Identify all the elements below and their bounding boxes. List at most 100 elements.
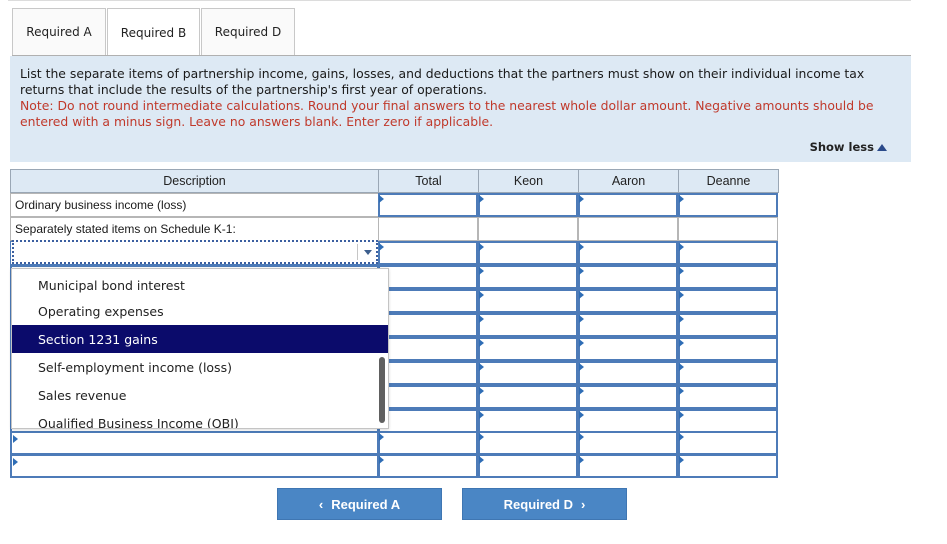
entry-marker-icon xyxy=(479,243,484,251)
input-total[interactable] xyxy=(378,454,478,478)
prev-required-a-button[interactable]: ‹ Required A xyxy=(277,488,442,520)
entry-marker-icon xyxy=(679,243,684,251)
input-aaron[interactable] xyxy=(578,193,678,217)
input-aaron[interactable] xyxy=(578,431,678,455)
input-deanne[interactable] xyxy=(678,431,778,455)
header-deanne: Deanne xyxy=(678,169,779,193)
input-aaron[interactable] xyxy=(578,313,678,337)
input-keon[interactable] xyxy=(478,431,578,455)
entry-marker-icon xyxy=(379,195,384,203)
description-dropdown[interactable] xyxy=(12,240,378,264)
header-aaron: Aaron xyxy=(578,169,679,193)
row-label-separately-stated: Separately stated items on Schedule K-1: xyxy=(10,217,379,241)
entry-marker-icon xyxy=(479,291,484,299)
description-select[interactable] xyxy=(10,431,379,455)
next-required-d-button[interactable]: Required D › xyxy=(462,488,627,520)
input-total[interactable] xyxy=(378,431,478,455)
entry-marker-icon xyxy=(679,339,684,347)
description-options-list[interactable]: Municipal bond interest Operating expens… xyxy=(11,268,389,429)
tab-required-d[interactable]: Required D xyxy=(201,8,295,55)
tab-required-a[interactable]: Required A xyxy=(12,8,106,55)
instruction-panel: List the separate items of partnership i… xyxy=(10,56,911,162)
input-aaron[interactable] xyxy=(578,337,678,361)
entry-marker-icon xyxy=(579,456,584,464)
entry-marker-icon xyxy=(579,387,584,395)
caret-up-icon xyxy=(877,143,887,151)
input-total[interactable] xyxy=(378,337,478,361)
cell-blank xyxy=(578,217,678,241)
input-deanne[interactable] xyxy=(678,409,778,433)
entry-marker-icon xyxy=(679,456,684,464)
input-aaron[interactable] xyxy=(578,241,678,265)
entry-marker-icon xyxy=(479,195,484,203)
dropdown-scrollbar[interactable] xyxy=(379,357,385,423)
input-deanne[interactable] xyxy=(678,361,778,385)
input-aaron[interactable] xyxy=(578,289,678,313)
option-sales-revenue[interactable]: Sales revenue xyxy=(12,381,388,409)
input-deanne[interactable] xyxy=(678,193,778,217)
input-keon[interactable] xyxy=(478,337,578,361)
entry-marker-icon xyxy=(579,339,584,347)
input-keon[interactable] xyxy=(478,289,578,313)
header-keon: Keon xyxy=(478,169,579,193)
input-deanne[interactable] xyxy=(678,241,778,265)
input-aaron[interactable] xyxy=(578,454,678,478)
entry-marker-icon xyxy=(579,315,584,323)
option-operating-expenses[interactable]: Operating expenses xyxy=(12,297,388,325)
entry-marker-icon xyxy=(579,291,584,299)
input-total[interactable] xyxy=(378,313,478,337)
input-keon[interactable] xyxy=(478,193,578,217)
description-select[interactable] xyxy=(10,454,379,478)
option-self-employment-income[interactable]: Self-employment income (loss) xyxy=(12,353,388,381)
input-keon[interactable] xyxy=(478,313,578,337)
entry-marker-icon xyxy=(679,411,684,419)
show-less-label: Show less xyxy=(809,140,874,154)
input-aaron[interactable] xyxy=(578,265,678,289)
row-label-ordinary-income: Ordinary business income (loss) xyxy=(10,193,379,217)
entry-marker-icon xyxy=(679,387,684,395)
instruction-note: Note: Do not round intermediate calculat… xyxy=(20,98,874,129)
input-total[interactable] xyxy=(378,265,478,289)
tab-required-b[interactable]: Required B xyxy=(107,8,200,56)
entry-marker-icon xyxy=(579,433,584,441)
chevron-down-icon[interactable] xyxy=(364,250,372,255)
entry-marker-icon xyxy=(679,433,684,441)
input-total[interactable] xyxy=(378,241,478,265)
entry-marker-icon xyxy=(679,291,684,299)
input-deanne[interactable] xyxy=(678,385,778,409)
input-aaron[interactable] xyxy=(578,385,678,409)
input-deanne[interactable] xyxy=(678,313,778,337)
entry-marker-icon xyxy=(479,387,484,395)
entry-marker-icon xyxy=(679,315,684,323)
option-section-1231-gains[interactable]: Section 1231 gains xyxy=(12,325,388,353)
option-municipal-bond-interest[interactable]: Municipal bond interest xyxy=(12,269,388,295)
input-deanne[interactable] xyxy=(678,454,778,478)
input-aaron[interactable] xyxy=(578,409,678,433)
header-description: Description xyxy=(10,169,379,193)
input-total[interactable] xyxy=(378,193,478,217)
next-button-label: Required D xyxy=(503,496,573,512)
input-keon[interactable] xyxy=(478,265,578,289)
input-aaron[interactable] xyxy=(578,361,678,385)
input-keon[interactable] xyxy=(478,454,578,478)
input-deanne[interactable] xyxy=(678,265,778,289)
input-deanne[interactable] xyxy=(678,289,778,313)
input-total[interactable] xyxy=(378,385,478,409)
header-total: Total xyxy=(378,169,479,193)
option-qualified-business-income[interactable]: Qualified Business Income (QBI) xyxy=(12,409,388,429)
entry-marker-icon xyxy=(479,456,484,464)
input-keon[interactable] xyxy=(478,241,578,265)
input-keon[interactable] xyxy=(478,361,578,385)
input-keon[interactable] xyxy=(478,409,578,433)
show-less-link[interactable]: Show less xyxy=(810,139,887,155)
entry-marker-icon xyxy=(379,433,384,441)
entry-marker-icon xyxy=(579,363,584,371)
entry-marker-icon xyxy=(479,411,484,419)
input-deanne[interactable] xyxy=(678,337,778,361)
entry-marker-icon xyxy=(13,435,18,443)
input-total[interactable] xyxy=(378,289,478,313)
input-total[interactable] xyxy=(378,409,478,433)
entry-marker-icon xyxy=(479,315,484,323)
input-total[interactable] xyxy=(378,361,478,385)
input-keon[interactable] xyxy=(478,385,578,409)
